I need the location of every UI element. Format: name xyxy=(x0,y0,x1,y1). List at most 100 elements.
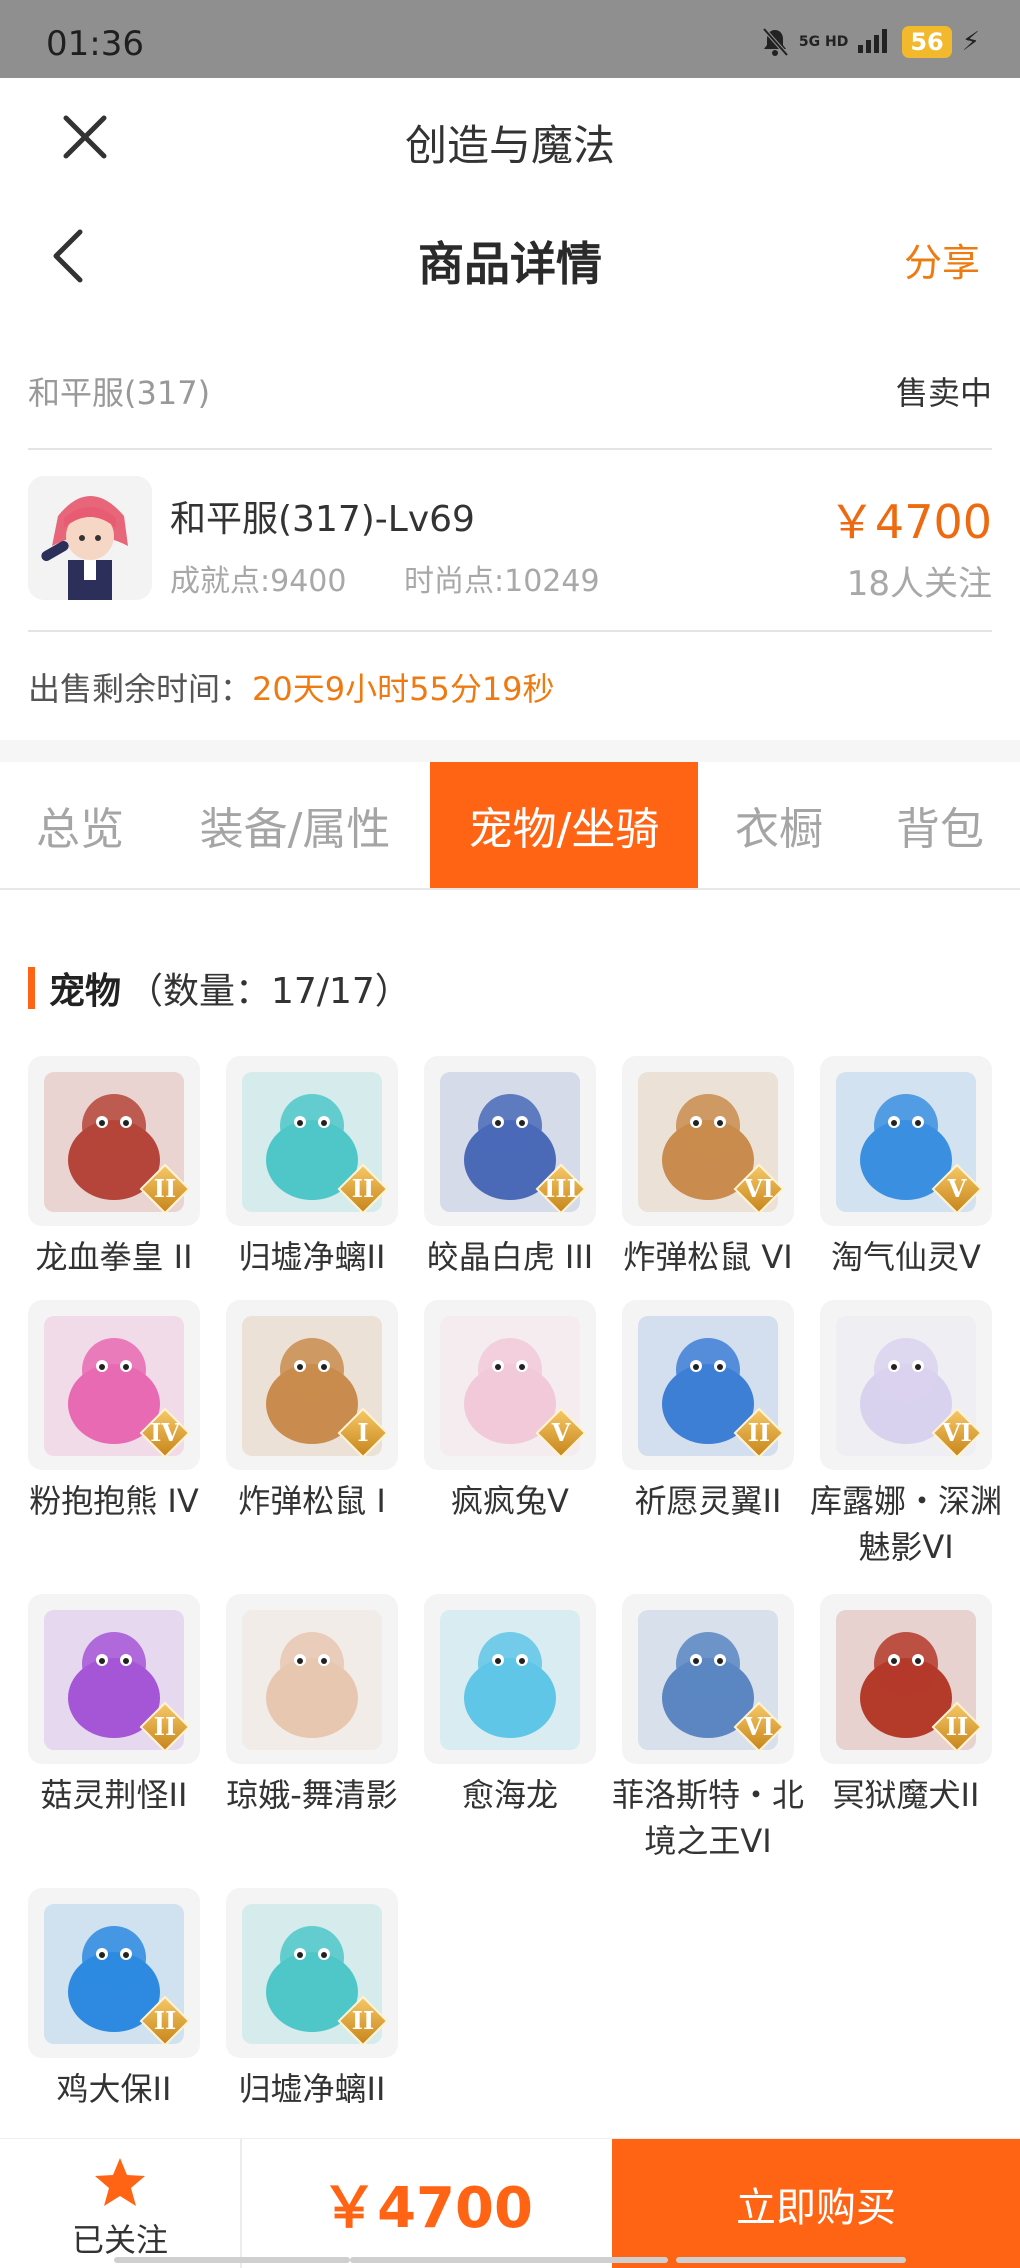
pet-name: 粉抱抱熊 IV xyxy=(29,1482,199,1520)
scroll-indicator xyxy=(676,2257,906,2263)
star-icon xyxy=(95,2158,145,2206)
status-icons: 5G HD 56 ⚡ xyxy=(761,26,980,58)
pet-name: 库露娜・深渊魅影VI xyxy=(809,1482,1002,1566)
rank-badge: II xyxy=(139,1995,191,2047)
rank-numeral: V xyxy=(947,1174,967,1203)
follower-count: 18人关注 xyxy=(846,564,992,604)
rank-numeral: II xyxy=(945,1712,969,1741)
pet-portrait: IV xyxy=(28,1300,200,1470)
sale-status: 售卖中 xyxy=(895,374,992,412)
app-title: 创造与魔法 xyxy=(404,121,615,170)
follow-button[interactable]: 已关注 xyxy=(0,2139,242,2268)
pet-card[interactable]: II 祈愿灵翼II xyxy=(622,1300,794,1524)
rank-badge: III xyxy=(535,1163,587,1215)
item-name: 和平服(317)-Lv69 xyxy=(170,499,475,540)
tab-backpack[interactable]: 背包 xyxy=(860,762,1020,888)
rank-numeral: II xyxy=(153,1712,177,1741)
pet-name: 菲洛斯特・北境之王VI xyxy=(611,1776,804,1860)
achievement-points: 成就点:9400 xyxy=(170,564,347,599)
pet-portrait: V xyxy=(424,1300,596,1470)
pet-card[interactable]: II 菇灵荆怪II xyxy=(28,1594,200,1818)
item-summary[interactable]: 和平服(317)-Lv69 成就点:9400 时尚点:10249 ￥4700 1… xyxy=(28,476,992,604)
pet-name: 归墟净螭II xyxy=(238,2070,386,2108)
rank-numeral: VI xyxy=(744,1712,774,1741)
buy-now-button[interactable]: 立即购买 xyxy=(612,2139,1020,2268)
pet-name: 祈愿灵翼II xyxy=(634,1482,782,1520)
rank-numeral: II xyxy=(153,2006,177,2035)
section-marker xyxy=(28,967,35,1009)
share-button[interactable]: 分享 xyxy=(904,232,980,287)
pet-card[interactable]: II 归墟净螭II xyxy=(226,1056,398,1280)
rank-badge: VI xyxy=(733,1163,785,1215)
pet-portrait: II xyxy=(28,1594,200,1764)
rank-badge: II xyxy=(139,1163,191,1215)
tab-pets-mounts[interactable]: 宠物/坐骑 xyxy=(430,762,698,888)
page-title: 商品详情 xyxy=(418,237,602,291)
pet-portrait: III xyxy=(424,1056,596,1226)
rank-badge: II xyxy=(733,1407,785,1459)
pet-portrait: II xyxy=(28,1888,200,2058)
pet-portrait xyxy=(424,1594,596,1764)
pet-name: 琼娥-舞清影 xyxy=(226,1776,398,1814)
pet-card[interactable]: II 鸡大保II xyxy=(28,1888,200,2112)
pet-portrait: II xyxy=(622,1300,794,1470)
detail-tabs: 总览 装备/属性 宠物/坐骑 衣橱 背包 xyxy=(0,762,1020,890)
rank-numeral: V xyxy=(551,1418,571,1447)
pet-portrait: II xyxy=(820,1594,992,1764)
pet-card[interactable]: IV 粉抱抱熊 IV xyxy=(28,1300,200,1524)
pet-name: 菇灵荆怪II xyxy=(40,1776,188,1814)
pet-portrait: II xyxy=(226,1056,398,1226)
rank-numeral: IV xyxy=(150,1418,180,1447)
pet-card[interactable]: VI 菲洛斯特・北境之王VI xyxy=(612,1594,804,1864)
item-price: ￥4700 xyxy=(828,495,992,549)
rank-badge: VI xyxy=(733,1701,785,1753)
signal-icon xyxy=(858,27,892,58)
status-bar: 01:36 5G HD 56 ⚡ xyxy=(0,0,1020,78)
nav-bar: 商品详情 分享 xyxy=(0,198,1020,318)
rank-numeral: III xyxy=(544,1174,578,1203)
rank-numeral: II xyxy=(153,1174,177,1203)
pet-name: 皎晶白虎 III xyxy=(426,1238,594,1276)
pet-portrait: I xyxy=(226,1300,398,1470)
pet-card[interactable]: I 炸弹松鼠 I xyxy=(226,1300,398,1524)
charging-icon: ⚡ xyxy=(961,27,980,57)
pet-portrait: V xyxy=(820,1056,992,1226)
character-avatar xyxy=(28,476,152,600)
sale-time-remaining: 出售剩余时间：20天9小时55分19秒 xyxy=(28,664,555,710)
rank-badge: VI xyxy=(931,1407,983,1459)
follow-label: 已关注 xyxy=(71,2221,168,2259)
tab-overview[interactable]: 总览 xyxy=(0,762,160,888)
bottom-price: ￥4700 xyxy=(321,2176,533,2241)
battery-indicator: 56 xyxy=(902,26,952,58)
time-value: 20天9小时55分19秒 xyxy=(252,670,555,708)
tab-equipment[interactable]: 装备/属性 xyxy=(160,762,430,888)
pet-name: 炸弹松鼠 VI xyxy=(623,1238,793,1276)
pet-card[interactable]: III 皎晶白虎 III xyxy=(424,1056,596,1280)
pet-card[interactable]: V 疯疯兔V xyxy=(424,1300,596,1524)
rank-badge: II xyxy=(337,1995,389,2047)
pet-portrait xyxy=(226,1594,398,1764)
pet-portrait: II xyxy=(28,1056,200,1226)
rank-numeral: II xyxy=(747,1418,771,1447)
server-name: 和平服(317) xyxy=(28,374,211,412)
pet-card[interactable]: II 冥狱魔犬II xyxy=(820,1594,992,1818)
pet-card[interactable]: VI 库露娜・深渊魅影VI xyxy=(810,1300,1002,1570)
tab-wardrobe[interactable]: 衣橱 xyxy=(698,762,860,888)
status-time: 01:36 xyxy=(46,24,144,64)
pet-card[interactable]: 愈海龙 xyxy=(424,1594,596,1818)
pet-card[interactable]: VI 炸弹松鼠 VI xyxy=(622,1056,794,1280)
pet-name: 淘气仙灵V xyxy=(831,1238,981,1276)
pet-card[interactable]: II 龙血拳皇 II xyxy=(28,1056,200,1280)
rank-numeral: II xyxy=(351,2006,375,2035)
pet-card[interactable]: II 归墟净螭II xyxy=(226,1888,398,2112)
pet-portrait: VI xyxy=(622,1056,794,1226)
rank-numeral: VI xyxy=(942,1418,972,1447)
pet-name: 炸弹松鼠 I xyxy=(238,1482,386,1520)
server-row: 和平服(317) 售卖中 xyxy=(28,360,992,416)
pet-card[interactable]: V 淘气仙灵V xyxy=(820,1056,992,1280)
fashion-points: 时尚点:10249 xyxy=(404,564,600,599)
pet-portrait: VI xyxy=(622,1594,794,1764)
rank-badge: II xyxy=(337,1163,389,1215)
pet-card[interactable]: 琼娥-舞清影 xyxy=(226,1594,398,1818)
rank-badge: IV xyxy=(139,1407,191,1459)
